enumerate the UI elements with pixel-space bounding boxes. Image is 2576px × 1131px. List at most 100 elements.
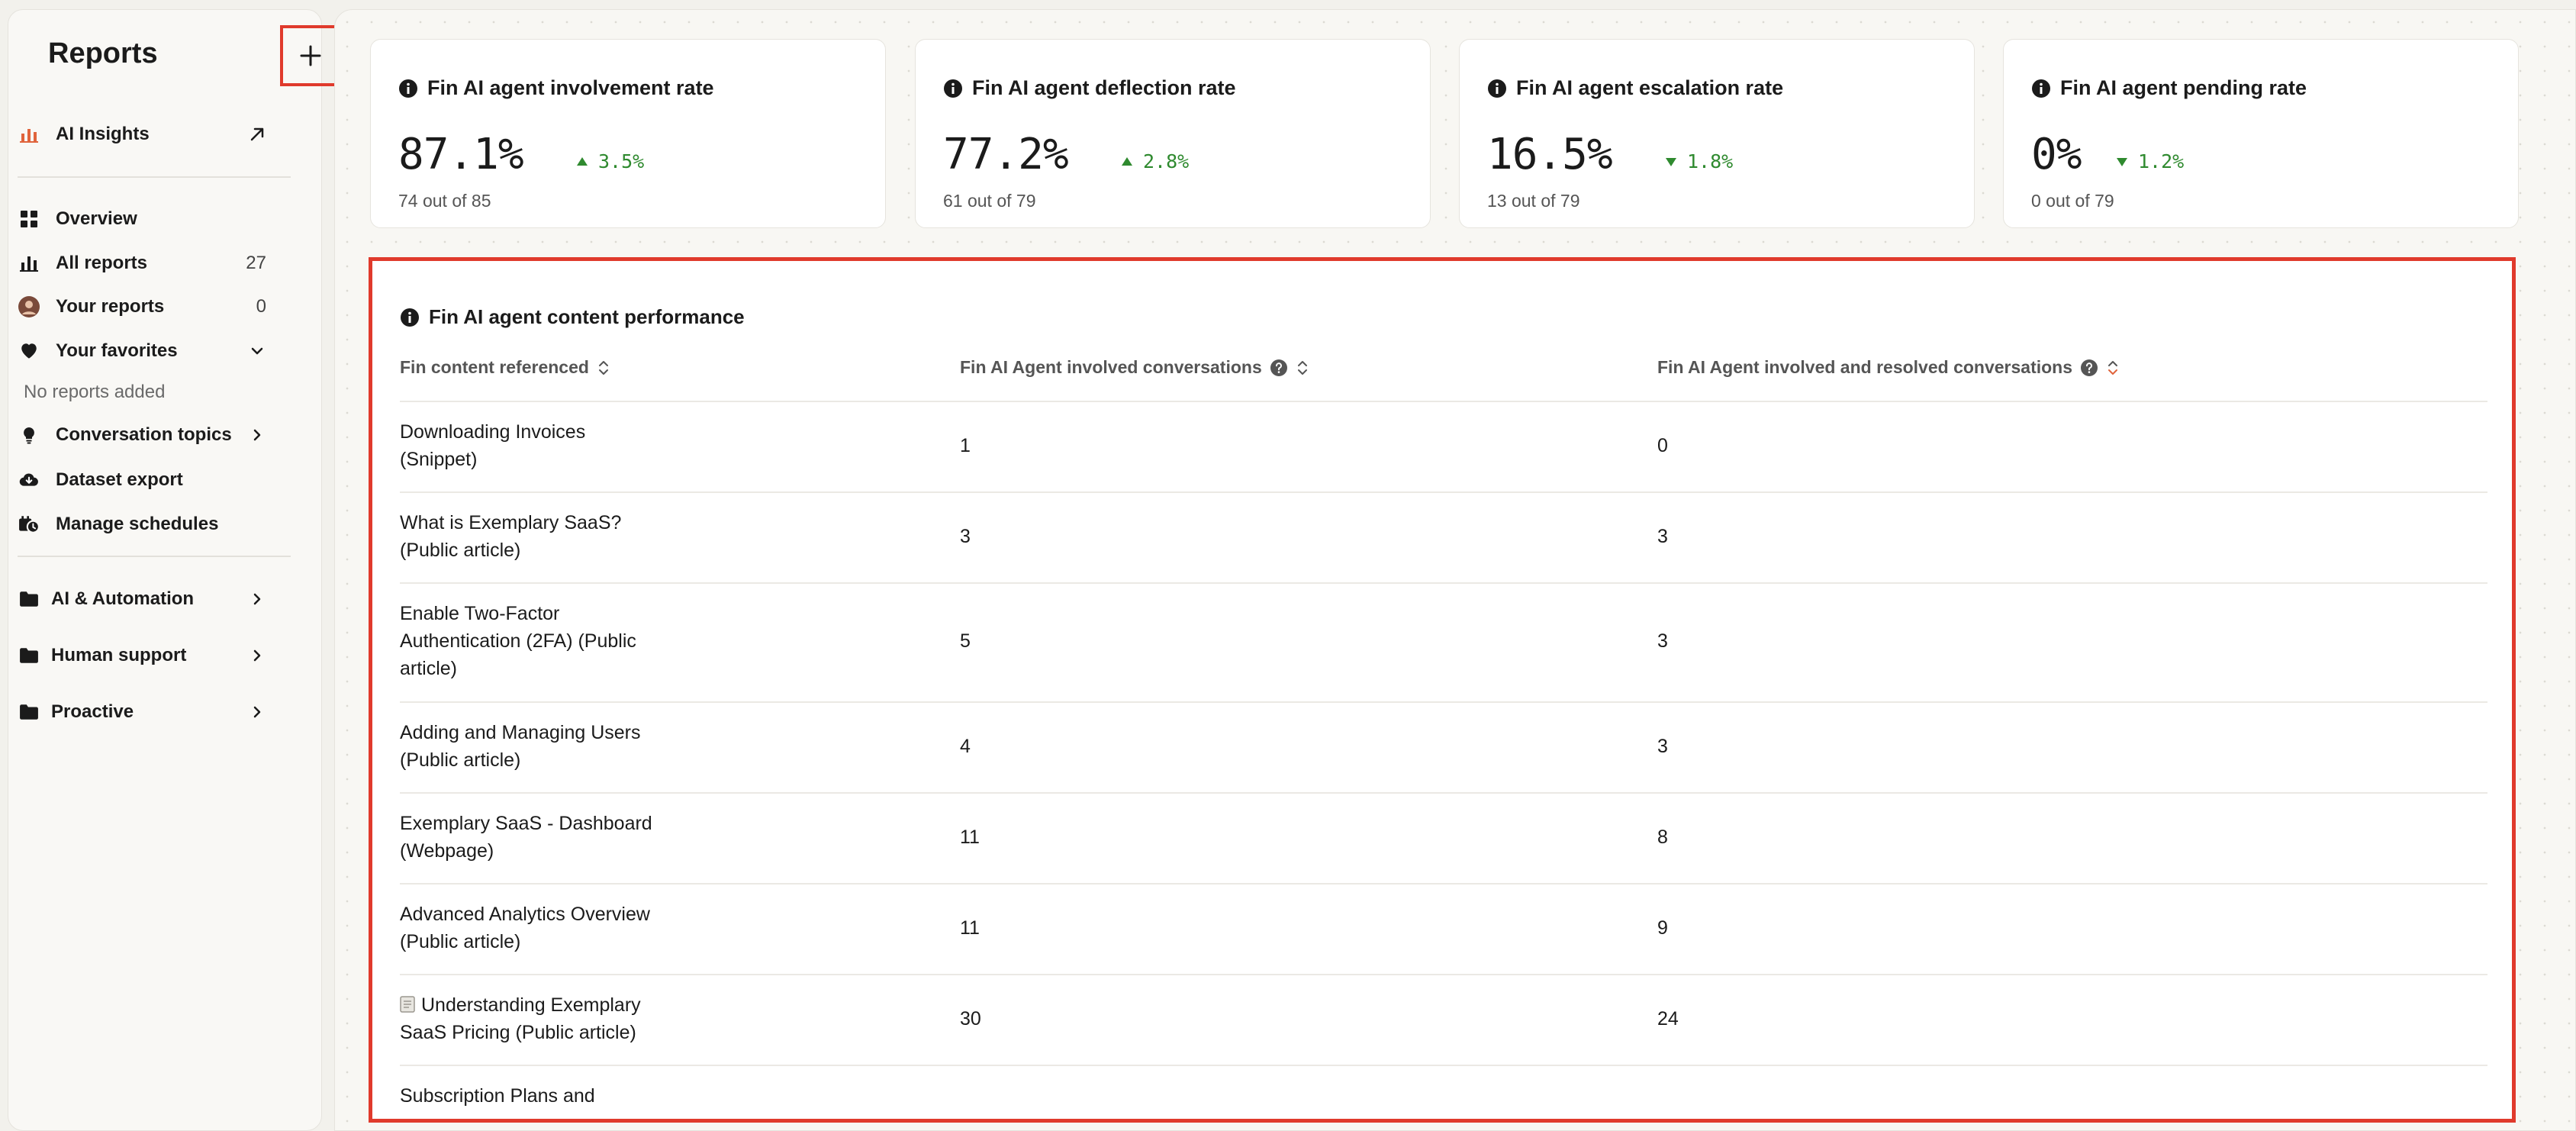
sidebar-folder-human-support[interactable]: Human support — [18, 640, 266, 671]
info-icon — [2032, 79, 2050, 98]
content-cell[interactable]: Adding and Managing Users (Public articl… — [400, 719, 705, 774]
sidebar-item-overview[interactable]: Overview — [18, 204, 266, 234]
content-name-line: Subscription Plans and — [400, 1085, 595, 1107]
content-cell[interactable]: What is Exemplary SaaS? (Public article) — [400, 509, 705, 564]
content-name-line: (Public article) — [400, 931, 521, 952]
sidebar-item-label: Dataset export — [56, 469, 183, 490]
metric-change: 1.8% — [1664, 150, 1733, 172]
table-row[interactable]: Downloading Invoices (Snippet) 1 0 — [372, 402, 2512, 492]
info-icon — [1488, 79, 1506, 98]
sidebar-item-dataset-export[interactable]: Dataset export — [18, 465, 266, 495]
sidebar-item-your-favorites[interactable]: Your favorites — [18, 336, 266, 366]
sidebar-title: Reports — [48, 37, 158, 69]
column-header-label: Fin AI Agent involved conversations — [960, 357, 1262, 377]
sidebar-folder-ai-automation[interactable]: AI & Automation — [18, 584, 266, 614]
trend-down-icon — [1666, 157, 1676, 166]
content-name-line: Understanding Exemplary — [400, 991, 705, 1019]
report-count: 27 — [246, 253, 266, 273]
content-cell[interactable]: Advanced Analytics Overview (Public arti… — [400, 901, 705, 955]
bar-chart-icon — [18, 252, 40, 275]
chevron-right-icon — [248, 646, 266, 665]
metric-title: Fin AI agent escalation rate — [1487, 76, 1783, 100]
table-row[interactable]: Advanced Analytics Overview (Public arti… — [372, 884, 2512, 975]
metric-change-text: 1.8% — [1687, 150, 1734, 172]
document-icon — [400, 996, 415, 1013]
sidebar-item-manage-schedules[interactable]: Manage schedules — [18, 509, 266, 540]
metric-card-escalation[interactable]: Fin AI agent escalation rate 16.5% 1.8% … — [1459, 39, 1975, 228]
involved-count-cell: 3 — [960, 526, 971, 547]
metric-value: 16.5% — [1487, 130, 1613, 179]
sidebar-item-label: Overview — [56, 208, 137, 229]
table-row[interactable]: Enable Two-Factor Authentication (2FA) (… — [372, 584, 2512, 702]
content-cell[interactable]: Exemplary SaaS - Dashboard (Webpage) — [400, 810, 705, 865]
sidebar-item-conversation-topics[interactable]: Conversation topics — [18, 420, 266, 450]
column-header-label: Fin content referenced — [400, 357, 589, 377]
resolved-count-cell: 8 — [1657, 826, 1668, 848]
chevron-right-icon — [248, 590, 266, 608]
column-header-involved[interactable]: Fin AI Agent involved conversations — [960, 357, 1308, 378]
sidebar-folder-label: Proactive — [51, 701, 134, 722]
metric-title-text: Fin AI agent involvement rate — [427, 76, 714, 99]
involved-count-cell: 4 — [960, 736, 971, 757]
plus-icon — [300, 45, 321, 66]
content-cell[interactable]: Understanding Exemplary SaaS Pricing (Pu… — [400, 991, 705, 1046]
metric-change-text: 3.5% — [598, 150, 645, 172]
schedule-icon — [18, 513, 40, 536]
metric-change-text: 2.8% — [1143, 150, 1190, 172]
help-icon[interactable] — [2080, 359, 2098, 377]
content-cell[interactable]: Downloading Invoices (Snippet) — [400, 418, 705, 473]
content-name-line: (Public article) — [400, 749, 521, 771]
sidebar-folder-proactive[interactable]: Proactive — [18, 697, 266, 727]
favorites-empty-text: No reports added — [24, 382, 166, 402]
sidebar-item-all-reports[interactable]: All reports 27 — [18, 248, 266, 279]
involved-count-cell: 5 — [960, 630, 971, 652]
sidebar-divider — [18, 556, 291, 557]
sidebar-item-ai-insights[interactable]: AI Insights — [18, 119, 266, 150]
content-name-line: Advanced Analytics Overview — [400, 904, 650, 925]
sort-icon — [598, 360, 608, 375]
content-name-line: Downloading Invoices — [400, 421, 586, 443]
heart-icon — [18, 340, 40, 362]
trend-down-icon — [2117, 157, 2127, 166]
metric-subtext: 74 out of 85 — [398, 191, 491, 211]
trend-up-icon — [577, 156, 588, 166]
metric-value: 77.2% — [943, 130, 1069, 179]
content-name-line: Authentication (2FA) (Public — [400, 630, 636, 652]
table-title-text: Fin AI agent content performance — [429, 305, 745, 328]
folder-icon — [18, 588, 40, 611]
table-row[interactable]: Exemplary SaaS - Dashboard (Webpage) 11 … — [372, 794, 2512, 884]
table-row[interactable]: Adding and Managing Users (Public articl… — [372, 703, 2512, 793]
sidebar-item-label: Your favorites — [56, 340, 178, 361]
involved-count-cell: 11 — [960, 826, 980, 848]
content-name-text: Understanding Exemplary — [421, 994, 641, 1016]
table-row[interactable]: Subscription Plans and — [372, 1066, 2512, 1119]
metric-change: 2.8% — [1120, 150, 1189, 172]
metric-card-pending[interactable]: Fin AI agent pending rate 0% 1.2% 0 out … — [2003, 39, 2519, 228]
add-report-button[interactable] — [280, 25, 341, 86]
sidebar-item-your-reports[interactable]: Your reports 0 — [18, 292, 266, 322]
metric-value: 87.1% — [398, 130, 524, 179]
metric-change: 1.2% — [2115, 150, 2184, 172]
column-header-content[interactable]: Fin content referenced — [400, 357, 609, 378]
sidebar: Reports AI Insights Overview All reports… — [8, 9, 341, 1131]
content-cell[interactable]: Subscription Plans and — [400, 1082, 705, 1110]
sidebar-item-label: AI Insights — [56, 124, 150, 144]
content-cell[interactable]: Enable Two-Factor Authentication (2FA) (… — [400, 600, 705, 682]
metric-card-involvement[interactable]: Fin AI agent involvement rate 87.1% 3.5%… — [370, 39, 886, 228]
resolved-count-cell: 9 — [1657, 917, 1668, 939]
sidebar-item-label: Manage schedules — [56, 514, 219, 534]
main-panel: Fin AI agent involvement rate 87.1% 3.5%… — [334, 9, 2576, 1131]
help-icon[interactable] — [1270, 359, 1288, 377]
table-title: Fin AI agent content performance — [400, 305, 745, 329]
metric-title-text: Fin AI agent pending rate — [2060, 76, 2307, 99]
sort-icon — [2108, 360, 2118, 375]
metric-card-deflection[interactable]: Fin AI agent deflection rate 77.2% 2.8% … — [915, 39, 1431, 228]
metric-subtext: 13 out of 79 — [1487, 191, 1580, 211]
column-header-resolved[interactable]: Fin AI Agent involved and resolved conve… — [1657, 357, 2118, 378]
resolved-count-cell: 3 — [1657, 526, 1668, 547]
involved-count-cell: 11 — [960, 917, 980, 939]
chevron-right-icon — [248, 426, 266, 444]
table-row[interactable]: Understanding Exemplary SaaS Pricing (Pu… — [372, 975, 2512, 1065]
sidebar-item-label: Conversation topics — [56, 424, 232, 445]
table-row[interactable]: What is Exemplary SaaS? (Public article)… — [372, 493, 2512, 583]
